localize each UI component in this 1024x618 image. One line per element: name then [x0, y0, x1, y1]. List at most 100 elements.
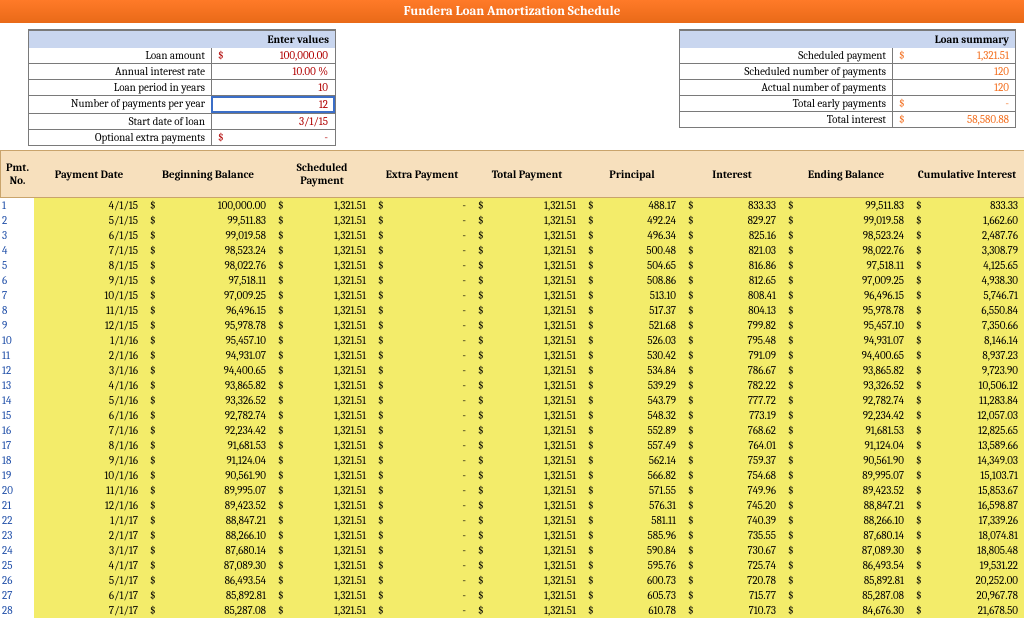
summary-value: 120 — [892, 80, 1015, 95]
cell-extra-payment: $- — [372, 588, 472, 603]
cell-scheduled-payment: $1,321.51 — [272, 213, 372, 228]
column-header: Pmt. No. — [0, 150, 34, 198]
cell-date: 5/1/17 — [34, 573, 144, 588]
input-label: Number of payments per year — [29, 96, 211, 113]
cell-interest: $730.67 — [682, 543, 782, 558]
cell-interest: $740.39 — [682, 513, 782, 528]
summary-row: Scheduled payment$1,321.51 — [679, 48, 1016, 64]
cell-total-payment: $1,321.51 — [472, 528, 582, 543]
cell-pmt-no: 14 — [0, 393, 34, 408]
cell-principal: $548.32 — [582, 408, 682, 423]
cell-date: 7/1/15 — [34, 243, 144, 258]
cell-ending-balance: $85,287.08 — [782, 588, 910, 603]
cell-principal: $496.34 — [582, 228, 682, 243]
column-header: Ending Balance — [782, 150, 910, 198]
cell-date: 10/1/15 — [34, 288, 144, 303]
cell-cumulative-interest: $17,339.26 — [910, 513, 1024, 528]
cell-cumulative-interest: $4,938.30 — [910, 273, 1024, 288]
cell-cumulative-interest: $15,103.71 — [910, 468, 1024, 483]
cell-pmt-no: 20 — [0, 483, 34, 498]
cell-cumulative-interest: $14,349.03 — [910, 453, 1024, 468]
input-value[interactable]: 10.00 % — [211, 64, 334, 79]
cell-pmt-no: 27 — [0, 588, 34, 603]
cell-scheduled-payment: $1,321.51 — [272, 408, 372, 423]
cell-beginning-balance: $92,782.74 — [144, 408, 272, 423]
cell-date: 6/1/16 — [34, 408, 144, 423]
cell-ending-balance: $88,847.21 — [782, 498, 910, 513]
cell-interest: $764.01 — [682, 438, 782, 453]
summary-row: Actual number of payments120 — [679, 80, 1016, 96]
cell-interest: $808.41 — [682, 288, 782, 303]
cell-interest: $735.55 — [682, 528, 782, 543]
cell-total-payment: $1,321.51 — [472, 498, 582, 513]
cell-extra-payment: $- — [372, 363, 472, 378]
cell-interest: $759.37 — [682, 453, 782, 468]
cell-scheduled-payment: $1,321.51 — [272, 558, 372, 573]
cell-principal: $605.73 — [582, 588, 682, 603]
inputs-panel: Enter values Loan amount$100,000.00Annua… — [28, 29, 336, 146]
cell-cumulative-interest: $10,506.12 — [910, 378, 1024, 393]
cell-beginning-balance: $91,681.53 — [144, 438, 272, 453]
cell-principal: $517.37 — [582, 303, 682, 318]
cell-beginning-balance: $91,124.04 — [144, 453, 272, 468]
cell-extra-payment: $- — [372, 438, 472, 453]
cell-principal: $521.68 — [582, 318, 682, 333]
input-value[interactable]: $- — [211, 130, 334, 145]
cell-scheduled-payment: $1,321.51 — [272, 483, 372, 498]
cell-extra-payment: $- — [372, 468, 472, 483]
cell-ending-balance: $97,518.11 — [782, 258, 910, 273]
cell-cumulative-interest: $6,550.84 — [910, 303, 1024, 318]
cell-scheduled-payment: $1,321.51 — [272, 543, 372, 558]
cell-date: 3/1/17 — [34, 543, 144, 558]
cell-date: 5/1/15 — [34, 213, 144, 228]
cell-pmt-no: 21 — [0, 498, 34, 513]
cell-interest: $777.72 — [682, 393, 782, 408]
cell-scheduled-payment: $1,321.51 — [272, 468, 372, 483]
cell-ending-balance: $91,681.53 — [782, 423, 910, 438]
cell-extra-payment: $- — [372, 558, 472, 573]
column-header: Beginning Balance — [144, 150, 272, 198]
input-value[interactable]: 12 — [211, 96, 335, 113]
input-label: Loan amount — [29, 48, 211, 63]
cell-scheduled-payment: $1,321.51 — [272, 243, 372, 258]
cell-scheduled-payment: $1,321.51 — [272, 288, 372, 303]
cell-interest: $745.20 — [682, 498, 782, 513]
input-value[interactable]: 10 — [211, 80, 334, 95]
cell-total-payment: $1,321.51 — [472, 603, 582, 618]
cell-ending-balance: $84,676.30 — [782, 603, 910, 618]
cell-principal: $595.76 — [582, 558, 682, 573]
cell-date: 8/1/15 — [34, 258, 144, 273]
summary-label: Total early payments — [680, 96, 892, 111]
cell-beginning-balance: $98,523.24 — [144, 243, 272, 258]
cell-interest: $786.67 — [682, 363, 782, 378]
cell-principal: $530.42 — [582, 348, 682, 363]
cell-date: 12/1/15 — [34, 318, 144, 333]
cell-total-payment: $1,321.51 — [472, 558, 582, 573]
summary-label: Total interest — [680, 112, 892, 127]
cell-interest: $725.74 — [682, 558, 782, 573]
cell-extra-payment: $- — [372, 273, 472, 288]
cell-extra-payment: $- — [372, 423, 472, 438]
cell-cumulative-interest: $4,125.65 — [910, 258, 1024, 273]
summary-label: Scheduled number of payments — [680, 64, 892, 79]
cell-beginning-balance: $94,400.65 — [144, 363, 272, 378]
cell-date: 1/1/17 — [34, 513, 144, 528]
cell-interest: $795.48 — [682, 333, 782, 348]
cell-beginning-balance: $94,931.07 — [144, 348, 272, 363]
inputs-header: Enter values — [28, 30, 336, 48]
cell-principal: $610.78 — [582, 603, 682, 618]
cell-cumulative-interest: $12,825.65 — [910, 423, 1024, 438]
cell-total-payment: $1,321.51 — [472, 363, 582, 378]
cell-cumulative-interest: $11,283.84 — [910, 393, 1024, 408]
cell-scheduled-payment: $1,321.51 — [272, 273, 372, 288]
input-value[interactable]: $100,000.00 — [211, 48, 334, 63]
cell-date: 9/1/16 — [34, 453, 144, 468]
cell-date: 11/1/16 — [34, 483, 144, 498]
cell-interest: $799.82 — [682, 318, 782, 333]
input-value[interactable]: 3/1/15 — [211, 114, 334, 129]
column-header: Interest — [682, 150, 782, 198]
summary-row: Scheduled number of payments120 — [679, 64, 1016, 80]
summary-row: Total early payments$- — [679, 96, 1016, 112]
cell-principal: $513.10 — [582, 288, 682, 303]
cell-ending-balance: $95,457.10 — [782, 318, 910, 333]
